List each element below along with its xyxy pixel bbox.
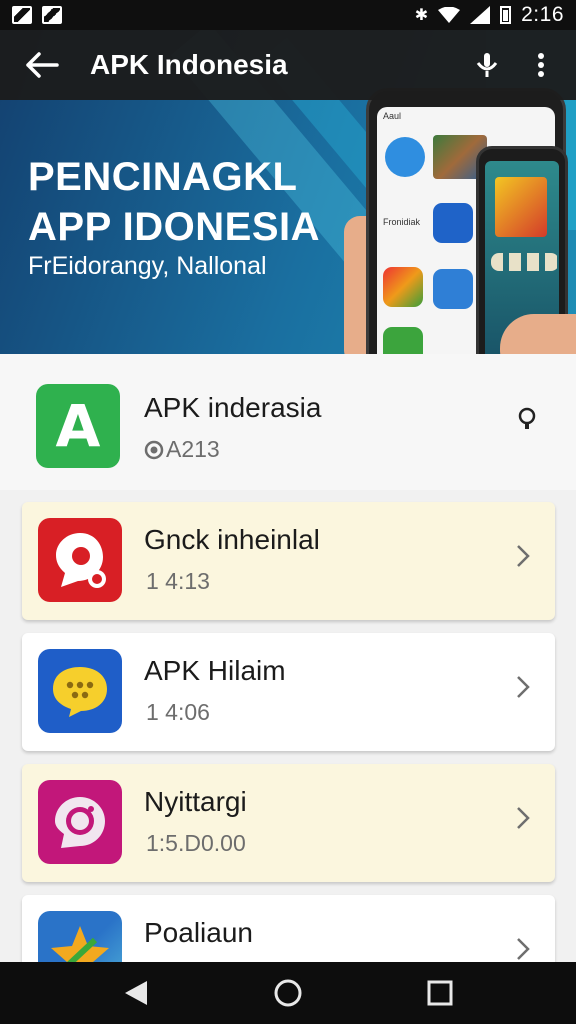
item-title: APK Hilaim	[144, 655, 286, 686]
featured-app-meta-text: A213	[166, 436, 220, 462]
check-app-icon	[433, 269, 473, 309]
camera-app-icon	[38, 780, 122, 864]
featured-app-item[interactable]: A APK inderasia A213	[0, 354, 576, 490]
featured-app-title: APK inderasia	[144, 392, 322, 423]
poster-image	[495, 177, 547, 237]
status-bar: ✱ 2:16	[0, 0, 576, 30]
phone-label-mid: Fronidiak	[383, 217, 421, 227]
list-item[interactable]: Poaliaun	[22, 895, 555, 962]
app-bar: APK Indonesia	[0, 30, 576, 100]
app-title: APK Indonesia	[90, 49, 288, 80]
navigation-bar	[0, 962, 576, 1024]
item-title: Gnck inheinlal	[144, 524, 320, 555]
back-nav-icon[interactable]	[114, 971, 158, 1015]
image-notification-icon	[12, 6, 32, 24]
hero-headline: PENCINAGKL APP IDONESIA	[28, 152, 320, 252]
game-app-icon	[383, 267, 423, 307]
status-notifications	[12, 6, 62, 24]
chat-app-icon	[38, 649, 122, 733]
item-title: Nyittargi	[144, 786, 247, 817]
battery-icon	[500, 6, 512, 24]
chevron-right-icon[interactable]	[515, 935, 535, 962]
featured-app-meta: A213	[144, 436, 220, 463]
hero-headline-line-1: PENCINAGKL	[28, 155, 298, 199]
list-item[interactable]: APK Hilaim 1 4:06	[22, 633, 555, 751]
mic-icon[interactable]	[474, 50, 500, 80]
app-icon-letter: A	[55, 392, 101, 460]
copyright-icon	[144, 440, 164, 459]
signal-icon	[470, 6, 491, 24]
lightbulb-icon[interactable]	[516, 406, 538, 432]
chevron-right-icon[interactable]	[515, 542, 535, 574]
list-item[interactable]: Gnck inheinlal 1 4:13	[22, 502, 555, 620]
apk-indonesia-app-icon: A	[36, 384, 120, 468]
home-nav-icon[interactable]	[266, 971, 310, 1015]
app-list: A APK inderasia A213 Gnck inheinlal 1 4:…	[0, 354, 576, 962]
blue-app-icon	[433, 203, 473, 243]
bluetooth-icon: ✱	[414, 7, 429, 24]
app-row	[491, 253, 559, 271]
screen: ✱ 2:16 APK Indonesia PENCINAGKL APP IDON…	[0, 0, 576, 1024]
hero-subtitle: FrEidorangy, Nallonal	[28, 252, 267, 280]
status-time: 2:16	[521, 3, 564, 26]
chevron-right-icon[interactable]	[515, 673, 535, 705]
hero-headline-line-2: APP IDONESIA	[28, 205, 320, 249]
safari-icon	[385, 137, 425, 177]
messenger-app-icon	[383, 327, 423, 354]
item-meta: 1 4:06	[146, 699, 210, 725]
wifi-icon	[438, 7, 461, 23]
back-arrow-icon[interactable]	[22, 45, 62, 85]
item-title: Poaliaun	[144, 917, 253, 948]
star-app-icon	[38, 911, 122, 962]
item-meta: 1:5.D0.00	[146, 830, 246, 856]
chevron-right-icon[interactable]	[515, 804, 535, 836]
app-bar-actions	[474, 50, 576, 80]
gallery-notification-icon	[42, 6, 62, 24]
item-meta: 1 4:13	[146, 568, 210, 594]
recents-nav-icon[interactable]	[418, 971, 462, 1015]
red-app-icon	[38, 518, 122, 602]
hero-banner: APK Indonesia PENCINAGKL APP IDONESIA Fr…	[0, 30, 576, 354]
phone-label-top: Aaul	[383, 111, 402, 121]
more-vert-icon[interactable]	[528, 50, 554, 80]
list-item[interactable]: Nyittargi 1:5.D0.00	[22, 764, 555, 882]
status-indicators: ✱ 2:16	[415, 3, 564, 27]
